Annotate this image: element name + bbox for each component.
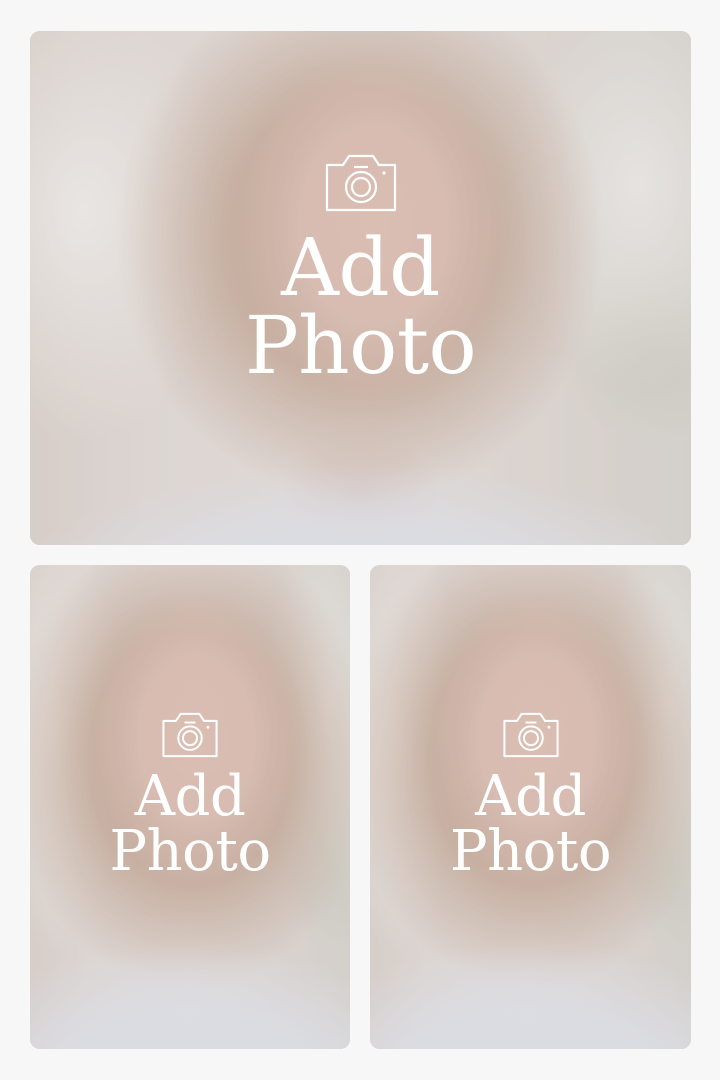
photo-slot-bottom-left[interactable]: Add Photo [30, 565, 350, 1049]
camera-icon [325, 154, 396, 211]
add-photo-overlay[interactable]: Add Photo [30, 565, 350, 1049]
add-label: Add [475, 764, 586, 830]
add-photo-overlay[interactable]: Add Photo [370, 565, 691, 1049]
add-label: Add [134, 764, 246, 830]
camera-icon [502, 713, 559, 758]
add-label: Add [281, 220, 440, 314]
photo-label: Photo [244, 299, 477, 392]
add-photo-overlay[interactable]: Add Photo [30, 31, 691, 545]
photo-slot-bottom-right[interactable]: Add Photo [370, 565, 691, 1049]
photo-label: Photo [449, 819, 612, 884]
photo-label: Photo [109, 819, 271, 884]
photo-slot-top[interactable]: Add Photo [30, 31, 691, 545]
camera-icon [162, 713, 218, 758]
